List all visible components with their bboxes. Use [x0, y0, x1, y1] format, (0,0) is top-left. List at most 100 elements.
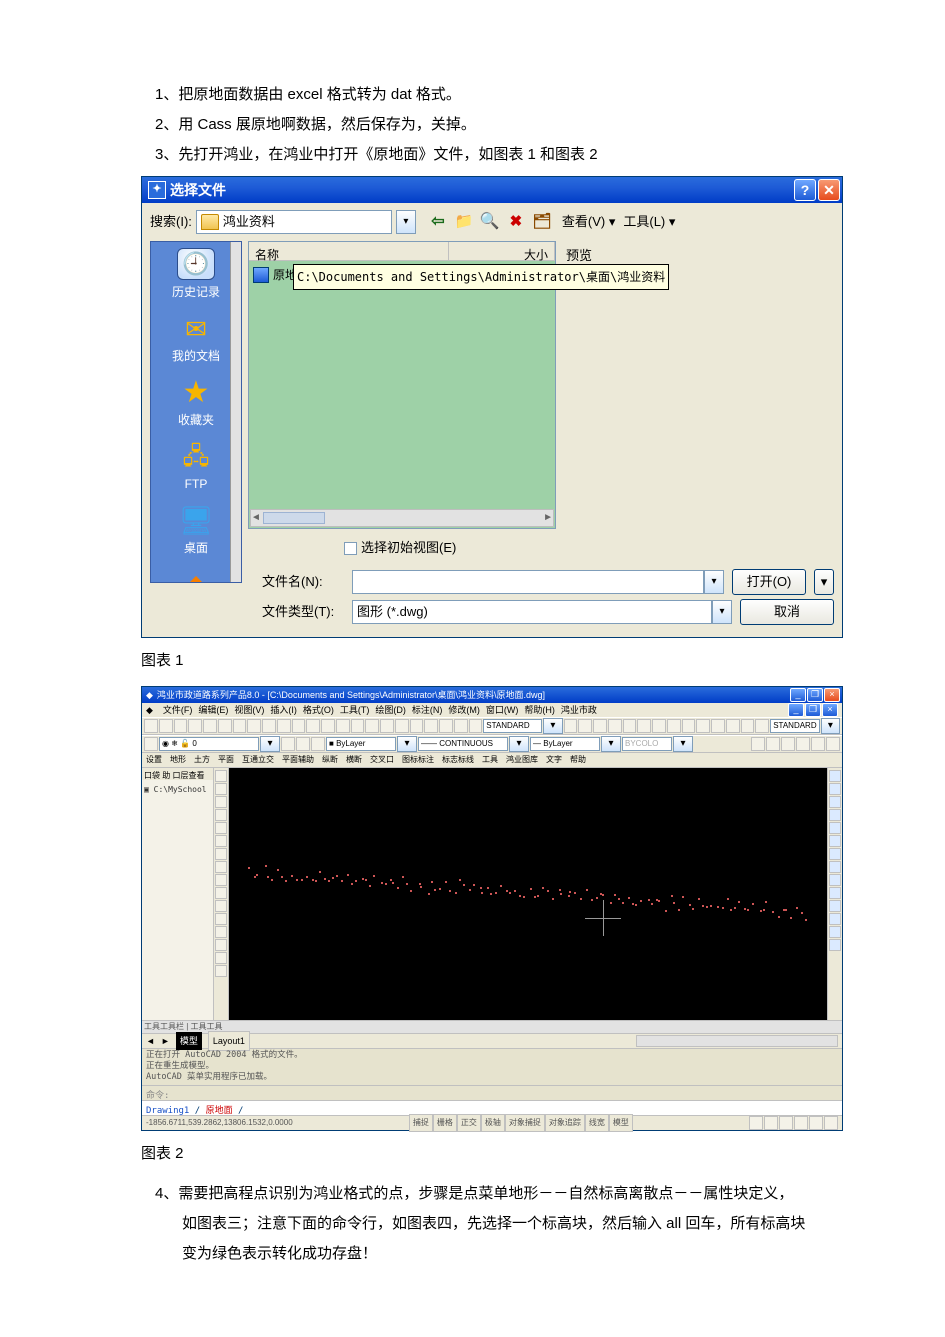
dropdown-arrow-icon[interactable]: ▾ [673, 736, 693, 752]
restore-button[interactable]: ❐ [807, 688, 823, 702]
draw-tool-icon[interactable] [215, 913, 227, 925]
draw-tool-icon[interactable] [215, 887, 227, 899]
tools-menu[interactable]: 工具(L) ▾ [623, 209, 675, 235]
command-input[interactable]: 命令: [142, 1085, 842, 1100]
menu-edit[interactable]: 编辑(E) [198, 703, 228, 717]
tab-layout1[interactable]: Layout1 [208, 1031, 250, 1051]
cad-toolbar-standard[interactable]: STANDARD ▾ STANDARD ▾ [142, 717, 842, 735]
mode-toggles[interactable]: 捕捉 栅格 正交 极轴 对象捕捉 对象追踪 线宽 模型 [409, 1114, 633, 1132]
draw-tool-icon[interactable] [215, 822, 227, 834]
dialog-titlebar[interactable]: ✦ 选择文件 ? ✕ [142, 177, 842, 203]
tool-icon[interactable] [380, 719, 394, 733]
tab-model[interactable]: 模型 [176, 1032, 202, 1050]
modify-tool-icon[interactable] [829, 926, 841, 938]
modify-tool-icon[interactable] [829, 822, 841, 834]
lookin-dropdown-arrow[interactable]: ▾ [396, 210, 416, 234]
tool-icon[interactable] [203, 719, 217, 733]
view-menu[interactable]: 查看(V) ▾ [562, 209, 615, 235]
tool-icon[interactable] [608, 719, 622, 733]
tool-icon[interactable] [667, 719, 681, 733]
menu-window[interactable]: 窗口(W) [486, 703, 519, 717]
tool-icon[interactable] [652, 719, 666, 733]
places-history[interactable]: 🕘 历史记录 [156, 242, 236, 308]
dropdown-arrow-icon[interactable]: ▾ [509, 736, 529, 752]
open-split-arrow[interactable]: ▾ [814, 569, 834, 595]
filename-input[interactable] [352, 570, 704, 594]
menu-format[interactable]: 格式(O) [303, 703, 334, 717]
filename-dropdown-arrow[interactable]: ▾ [704, 570, 724, 594]
tool-icon[interactable] [395, 719, 409, 733]
scroll-left-icon[interactable]: ◄ [251, 508, 261, 528]
tool-icon[interactable] [365, 719, 379, 733]
tool-icon[interactable] [593, 719, 607, 733]
tool-icon[interactable] [233, 719, 247, 733]
tool-icon[interactable] [826, 737, 840, 751]
hmenu-item[interactable]: 地形 [170, 753, 186, 767]
modify-tool-icon[interactable] [829, 913, 841, 925]
tool-icon[interactable] [578, 719, 592, 733]
tool-icon[interactable] [755, 719, 769, 733]
mode-otrack[interactable]: 对象追踪 [545, 1114, 585, 1132]
modify-tool-icon[interactable] [829, 770, 841, 782]
tool-icon[interactable] [781, 737, 795, 751]
tool-icon[interactable] [188, 719, 202, 733]
plotstyle-dropdown[interactable]: BYCOLO [622, 737, 672, 751]
tool-icon[interactable] [281, 737, 295, 751]
draw-tool-icon[interactable] [215, 770, 227, 782]
mode-lwt[interactable]: 线宽 [585, 1114, 609, 1132]
places-desktop[interactable]: 🖥 桌面 [156, 500, 236, 564]
lineweight-dropdown[interactable]: — ByLayer [530, 737, 600, 751]
tool-icon[interactable] [277, 719, 291, 733]
tool-icon[interactable] [751, 737, 765, 751]
up-folder-icon[interactable]: 📁 [452, 210, 476, 234]
h-scrollbar[interactable]: ◄ ► [250, 509, 554, 527]
draw-tool-icon[interactable] [215, 874, 227, 886]
modify-tool-icon[interactable] [829, 861, 841, 873]
tool-icon[interactable] [726, 719, 740, 733]
draw-tool-icon[interactable] [215, 939, 227, 951]
tool-icon[interactable] [469, 719, 483, 733]
tool-icon[interactable] [637, 719, 651, 733]
modify-tool-icon[interactable] [829, 848, 841, 860]
menu-tools[interactable]: 工具(T) [340, 703, 370, 717]
tool-icon[interactable] [336, 719, 350, 733]
search-icon[interactable]: 🔍 [478, 210, 502, 234]
tool-icon[interactable] [410, 719, 424, 733]
child-close-button[interactable]: × [822, 703, 838, 717]
minimize-button[interactable]: _ [790, 688, 806, 702]
color-dropdown[interactable]: ■ ByLayer [326, 737, 396, 751]
delete-icon[interactable]: ✖ [504, 210, 528, 234]
tool-icon[interactable] [454, 719, 468, 733]
menu-file[interactable]: 文件(F) [163, 703, 193, 717]
mode-snap[interactable]: 捕捉 [409, 1114, 433, 1132]
modify-tool-icon[interactable] [829, 783, 841, 795]
mode-osnap[interactable]: 对象捕捉 [505, 1114, 545, 1132]
modify-tool-icon[interactable] [829, 887, 841, 899]
file-list-header[interactable]: 名称 大小 [249, 242, 555, 261]
modify-tool-icon[interactable] [829, 796, 841, 808]
hmenu-item[interactable]: 鸿业图库 [506, 753, 538, 767]
places-ftp[interactable]: 🖧 FTP [156, 436, 236, 500]
draw-tool-icon[interactable] [215, 900, 227, 912]
menu-view[interactable]: 视图(V) [234, 703, 264, 717]
draw-tool-icon[interactable] [215, 965, 227, 977]
scroll-right-icon[interactable]: ► [543, 508, 553, 528]
draw-tool-icon[interactable] [215, 809, 227, 821]
modify-tool-icon[interactable] [829, 809, 841, 821]
tool-icon[interactable] [711, 719, 725, 733]
tray-icon[interactable] [779, 1116, 793, 1130]
back-icon[interactable]: ⇦ [426, 210, 450, 234]
draw-tool-icon[interactable] [215, 861, 227, 873]
mode-ortho[interactable]: 正交 [457, 1114, 481, 1132]
modify-tool-icon[interactable] [829, 900, 841, 912]
tray-icon[interactable] [749, 1116, 763, 1130]
close-button[interactable]: ✕ [818, 179, 840, 201]
child-minimize-button[interactable]: _ [788, 703, 804, 717]
cad-toolbar-properties[interactable]: ◉ ❄ 🔓 0▾ ■ ByLayer▾ —— CONTINUOUS▾ — ByL… [142, 735, 842, 753]
dropdown-arrow-icon[interactable]: ▾ [821, 718, 841, 734]
new-folder-icon[interactable]: 🗂 [530, 210, 554, 234]
h-scrollbar[interactable] [636, 1035, 838, 1047]
linetype-dropdown[interactable]: —— CONTINUOUS [418, 737, 508, 751]
places-buzzsaw[interactable]: ◆ [156, 564, 236, 583]
hmenu-item[interactable]: 平面辅助 [282, 753, 314, 767]
